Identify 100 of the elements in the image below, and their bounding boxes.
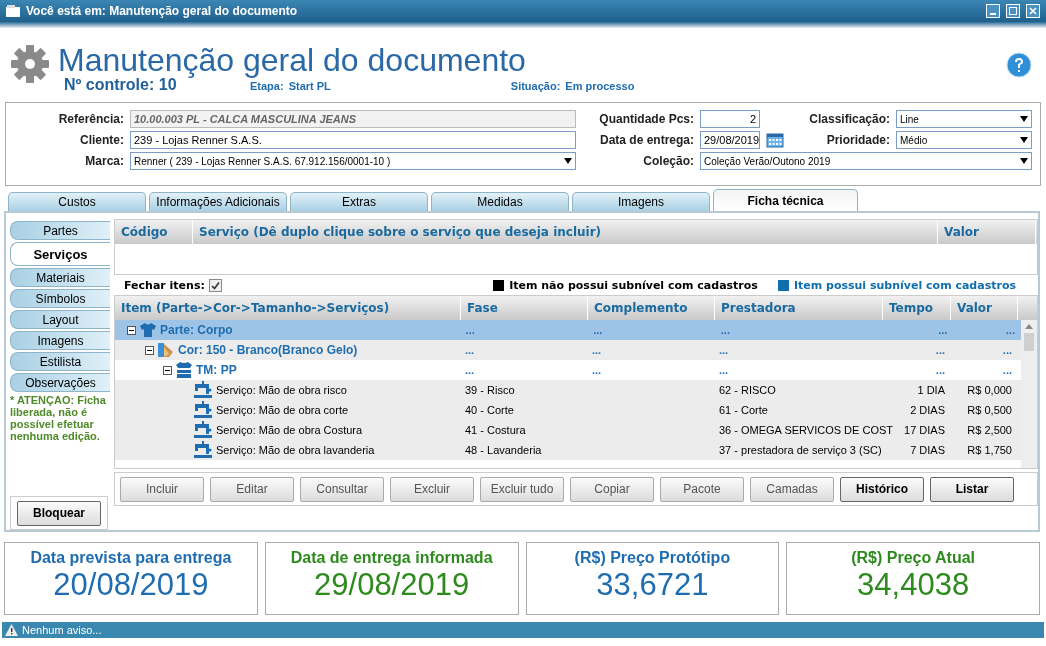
- legend-label: Item possui subnível com cadastros: [793, 278, 1016, 292]
- reference-field[interactable]: 10.00.003 PL - CALCA MASCULINA JEANS: [130, 110, 576, 128]
- field-label: Marca:: [84, 154, 124, 168]
- maximize-icon: [1009, 7, 1017, 15]
- close-items-label: Fechar itens:: [124, 278, 205, 292]
- sewing-machine-icon: [193, 441, 213, 459]
- action-button[interactable]: Listar: [930, 476, 1014, 502]
- collapse-icon[interactable]: [163, 365, 172, 375]
- table-cell: 1 DIA: [917, 384, 945, 396]
- side-tab[interactable]: Símbolos: [10, 289, 110, 308]
- table-cell: 39 - Risco: [465, 384, 515, 396]
- checkbox[interactable]: [208, 278, 222, 292]
- quantity-field[interactable]: 2: [700, 110, 760, 128]
- table-cell: 62 - RISCO: [719, 384, 776, 396]
- gear-icon: [10, 44, 50, 84]
- side-tab[interactable]: Materiais: [10, 268, 110, 287]
- table-cell: ...: [720, 324, 730, 336]
- action-button[interactable]: Histórico: [840, 476, 924, 502]
- side-tab[interactable]: Serviços: [10, 242, 110, 266]
- maximize-button[interactable]: [1006, 4, 1020, 18]
- status-label: Situação:: [510, 80, 561, 92]
- table-cell: ...: [593, 324, 603, 336]
- table-cell: ...: [465, 364, 475, 376]
- card-title: (R$) Preço Protótipo: [574, 549, 731, 567]
- collapse-icon[interactable]: [127, 325, 136, 335]
- tree-row[interactable]: Serviço: Mão de obra lavanderia 48 - Lavanderia 37 - prestadora de serviço 3 (SC) 7 DIAS R$ 1,750: [115, 440, 1021, 460]
- caret-icon: [1020, 137, 1028, 143]
- item-label: Cor: 150 - Branco(Branco Gelo): [178, 343, 358, 357]
- control-number: Nº controle: 10: [64, 76, 177, 94]
- stage-value: Start PL: [288, 80, 331, 92]
- tree-row[interactable]: Cor: 150 - Branco(Branco Gelo) ... ... ... ... ...: [115, 340, 1021, 360]
- clothes-stack-icon: [175, 361, 193, 379]
- window-title: Você está em: Manutenção geral do documento: [26, 4, 299, 18]
- item-label: TM: PP: [196, 363, 237, 377]
- sewing-machine-icon: [193, 421, 213, 439]
- field-label: Quantidade Pcs:: [598, 112, 694, 126]
- card-title: (R$) Preço Atual: [851, 549, 976, 567]
- field-label: Prioridade:: [825, 133, 890, 147]
- lock-button[interactable]: Bloquear: [17, 500, 101, 526]
- tab[interactable]: Ficha técnica: [713, 189, 858, 211]
- table-cell: ...: [1005, 324, 1015, 336]
- table-cell: 17 DIAS: [904, 424, 945, 436]
- caret-icon: [564, 158, 572, 164]
- scroll-up-icon[interactable]: [1025, 324, 1033, 329]
- side-tab[interactable]: Imagens: [10, 331, 110, 350]
- scrollbar[interactable]: [1021, 320, 1037, 468]
- check-icon: [210, 280, 220, 290]
- sewing-machine-icon: [193, 401, 213, 419]
- help-icon[interactable]: [1006, 52, 1032, 78]
- sewing-machine-icon: [193, 381, 213, 399]
- table-cell: R$ 2,500: [967, 424, 1012, 436]
- table-cell: ...: [935, 364, 945, 376]
- card-value: 34,4038: [857, 567, 970, 603]
- table-cell: R$ 0,500: [967, 404, 1012, 416]
- minimize-button[interactable]: [986, 4, 1000, 18]
- table-cell: ...: [719, 344, 729, 356]
- field-label: Classificação:: [808, 112, 890, 126]
- close-button[interactable]: [1026, 4, 1040, 18]
- classification-dropdown[interactable]: Line: [896, 110, 1032, 128]
- table-cell: ...: [592, 344, 602, 356]
- card-title: Data prevista para entrega: [30, 549, 232, 567]
- status-value: Em processo: [565, 80, 635, 92]
- tab[interactable]: Informações Adicionais: [149, 192, 287, 211]
- collection-dropdown[interactable]: Coleção Verão/Outono 2019: [700, 152, 1032, 170]
- collapse-icon[interactable]: [145, 345, 154, 355]
- tab[interactable]: Extras: [290, 192, 428, 211]
- calendar-icon[interactable]: [766, 132, 784, 148]
- side-tab[interactable]: Partes: [10, 221, 110, 240]
- table-cell: R$ 0,000: [967, 384, 1012, 396]
- caret-icon: [1020, 116, 1028, 122]
- scroll-thumb[interactable]: [1024, 333, 1034, 351]
- tab[interactable]: Custos: [8, 192, 146, 211]
- side-tab[interactable]: Layout: [10, 310, 110, 329]
- table-cell: ...: [592, 364, 602, 376]
- table-cell: ...: [938, 324, 948, 336]
- legend-label: Item não possui subnível com cadastros: [509, 278, 758, 292]
- table-cell: 41 - Costura: [465, 424, 526, 436]
- item-label: Serviço: Mão de obra corte: [216, 404, 349, 416]
- brand-dropdown[interactable]: Renner ( 239 - Lojas Renner S.A.S. 67.912.156/0001-10 ): [130, 152, 576, 170]
- tree-row[interactable]: Serviço: Mão de obra Costura 41 - Costura 36 - OMEGA SERVICOS DE COST 17 DIAS R$ 2,500: [115, 420, 1021, 440]
- tab[interactable]: Imagens: [572, 192, 710, 211]
- warning-icon: [5, 624, 18, 636]
- table-cell: R$ 1,750: [967, 444, 1012, 456]
- table-cell: 37 - prestadora de serviço 3 (SC): [719, 444, 882, 456]
- field-label: Data de entrega:: [598, 133, 694, 147]
- client-field[interactable]: 239 - Lojas Renner S.A.S.: [130, 131, 576, 149]
- tab[interactable]: Medidas: [431, 192, 569, 211]
- side-tab[interactable]: Observações: [10, 373, 110, 392]
- side-tab[interactable]: Estilista: [10, 352, 110, 371]
- priority-dropdown[interactable]: Médio: [896, 131, 1032, 149]
- card-value: 29/08/2019: [314, 567, 470, 603]
- table-cell: 7 DIAS: [910, 444, 945, 456]
- delivery-field[interactable]: 29/08/2019: [700, 131, 760, 149]
- card-title: Data de entrega informada: [290, 549, 493, 567]
- field-label: Coleção:: [642, 154, 694, 168]
- status-text: Nenhum aviso...: [22, 624, 102, 636]
- tree-row[interactable]: Serviço: Mão de obra risco 39 - Risco 62 - RISCO 1 DIA R$ 0,000: [115, 380, 1021, 400]
- tree-row[interactable]: Serviço: Mão de obra corte 40 - Corte 61 - Corte 2 DIAS R$ 0,500: [115, 400, 1021, 420]
- caret-icon: [1020, 158, 1028, 164]
- stage-label: Etapa:: [250, 80, 284, 92]
